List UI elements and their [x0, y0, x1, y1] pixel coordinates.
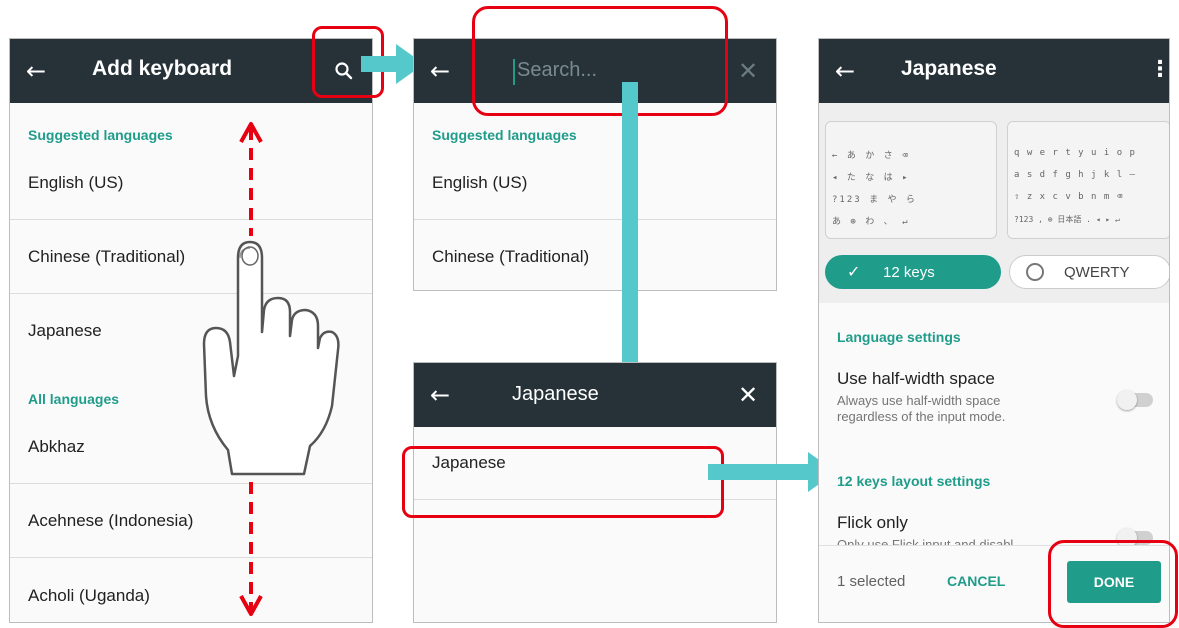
keyboard-row: ◂ た な は ▸: [832, 173, 910, 183]
search-input[interactable]: Japanese: [512, 383, 599, 406]
hand-pointer-icon: [202, 240, 340, 476]
keyboard-preview-qwerty[interactable]: q w e r t y u i o p a s d f g h j k l — …: [1007, 121, 1169, 239]
setting-description: Only use Flick input and disabl: [837, 537, 1014, 545]
keyboard-row: ?123 ま や ら: [832, 195, 917, 205]
list-item[interactable]: Japanese: [28, 321, 102, 341]
list-item[interactable]: Acholi (Uganda): [28, 586, 150, 606]
connector-arrow: [708, 464, 812, 480]
list-item[interactable]: English (US): [28, 173, 123, 193]
suggested-languages-header: Suggested languages: [432, 127, 577, 143]
divider: [10, 483, 372, 484]
close-icon[interactable]: ✕: [738, 381, 758, 409]
cancel-button[interactable]: CANCEL: [947, 573, 1005, 589]
layout-option-label: 12 keys: [883, 264, 935, 281]
back-arrow-icon[interactable]: ←: [430, 59, 454, 83]
back-arrow-icon[interactable]: ←: [430, 383, 454, 407]
language-settings-header: Language settings: [837, 329, 961, 345]
keyboard-row: ?123 , ⊕ 日本語 . ◂ ▸ ↵: [1014, 215, 1120, 224]
setting-description: regardless of the input mode.: [837, 409, 1006, 424]
suggested-languages-header: Suggested languages: [28, 127, 173, 143]
divider: [10, 557, 372, 558]
layout-option-qwerty[interactable]: QWERTY: [1009, 255, 1169, 289]
layout-option-label: QWERTY: [1064, 264, 1130, 281]
divider: [10, 219, 372, 220]
divider: [414, 219, 776, 220]
keyboard-row: a s d f g h j k l —: [1014, 170, 1136, 180]
layout-settings-header: 12 keys layout settings: [837, 473, 991, 489]
more-vert-icon[interactable]: ⋮: [1149, 57, 1169, 82]
list-item[interactable]: Abkhaz: [28, 437, 85, 457]
close-icon[interactable]: ✕: [738, 57, 758, 85]
search-field-highlight: [472, 6, 728, 116]
list-item[interactable]: English (US): [432, 173, 527, 193]
connector-arrow: [361, 56, 399, 72]
back-arrow-icon[interactable]: ←: [835, 59, 859, 83]
layout-option-12keys[interactable]: ✓ 12 keys: [825, 255, 1001, 289]
half-width-toggle[interactable]: [1117, 390, 1153, 410]
app-bar: ← Japanese ✕: [414, 363, 776, 427]
keyboard-preview-12keys[interactable]: ← あ か さ ⌫ ◂ た な は ▸ ?123 ま や ら あ ⊕ わ 、 ↵: [825, 121, 997, 239]
selected-count: 1 selected: [837, 573, 906, 590]
keyboard-row: ⇧ z x c v b n m ⌫: [1014, 192, 1124, 202]
page-title: Add keyboard: [92, 57, 233, 80]
setting-title[interactable]: Use half-width space: [837, 369, 995, 389]
connector-arrow: [622, 82, 638, 372]
keyboard-row: ← あ か さ ⌫: [832, 151, 910, 161]
done-highlight: [1048, 540, 1178, 628]
setting-description: Always use half-width space: [837, 393, 1001, 408]
keyboard-row: q w e r t y u i o p: [1014, 148, 1136, 158]
all-languages-header: All languages: [28, 391, 120, 407]
result-highlight: [402, 446, 724, 518]
back-arrow-icon[interactable]: ←: [26, 59, 50, 83]
list-item[interactable]: Acehnese (Indonesia): [28, 511, 193, 531]
keyboard-row: あ ⊕ わ 、 ↵: [832, 217, 910, 227]
list-item[interactable]: Chinese (Traditional): [432, 247, 589, 267]
setting-title[interactable]: Flick only: [837, 513, 908, 533]
check-icon: ✓: [847, 262, 861, 281]
app-bar: ← Japanese ⋮: [819, 39, 1169, 103]
page-title: Japanese: [901, 57, 997, 80]
radio-icon: [1026, 263, 1044, 281]
japanese-settings-screen: ← Japanese ⋮ ← あ か さ ⌫ ◂ た な は ▸ ?123 ま …: [818, 38, 1170, 623]
list-item[interactable]: Chinese (Traditional): [28, 247, 185, 267]
